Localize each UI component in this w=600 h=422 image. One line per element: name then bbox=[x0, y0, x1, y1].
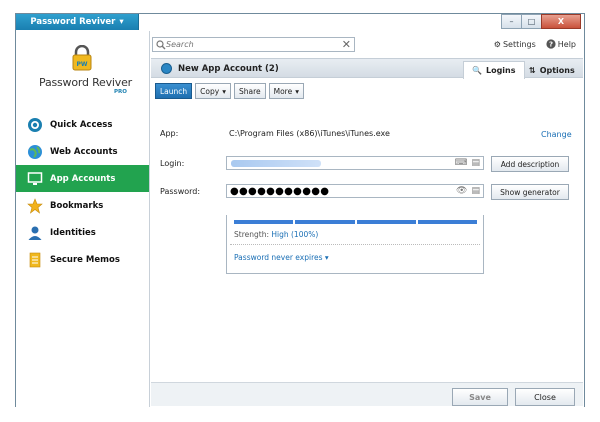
sidebar-item-secure-memos[interactable]: Secure Memos bbox=[16, 246, 149, 273]
login-value-redacted bbox=[231, 160, 321, 167]
search-box: ✕ bbox=[152, 37, 355, 52]
strength-text: Strength: High (100%) bbox=[234, 230, 318, 239]
sidebar-item-quick-access[interactable]: Quick Access bbox=[16, 111, 149, 138]
close-window-button[interactable]: X bbox=[541, 14, 581, 29]
password-strength-panel: Strength: High (100%) Password never exp… bbox=[226, 215, 484, 274]
globe-icon bbox=[26, 143, 44, 161]
clear-search-icon[interactable]: ✕ bbox=[342, 38, 351, 51]
sidebar-item-web-accounts[interactable]: Web Accounts bbox=[16, 138, 149, 165]
password-field-icons: 👁 ▤ bbox=[456, 186, 480, 196]
tab-logins-label: Logins bbox=[485, 66, 516, 75]
help-label: Help bbox=[557, 39, 576, 49]
chevron-down-icon: ▾ bbox=[324, 253, 329, 262]
copy-button[interactable]: Copy ▾ bbox=[195, 83, 231, 99]
logo-text: Password Reviver bbox=[39, 76, 132, 89]
sidebar-item-label: App Accounts bbox=[50, 173, 116, 184]
app-label: App: bbox=[160, 129, 179, 138]
strength-meter-segment bbox=[234, 220, 294, 224]
memo-icon bbox=[26, 251, 44, 269]
strength-meter-segment bbox=[417, 220, 477, 224]
show-generator-button[interactable]: Show generator bbox=[491, 184, 569, 200]
password-field[interactable]: ●●●●●●●●●●● 👁 ▤ bbox=[226, 184, 484, 198]
password-label: Password: bbox=[160, 187, 201, 196]
chevron-down-icon: ▾ bbox=[295, 86, 299, 96]
sidebar-nav: Quick Access Web Accounts App Accounts B… bbox=[16, 111, 149, 273]
sidebar-item-identities[interactable]: Identities bbox=[16, 219, 149, 246]
key-icon: 🔍 bbox=[472, 66, 482, 75]
logo-pro-badge: PRO bbox=[114, 89, 127, 95]
footer-bar: Save Close bbox=[151, 382, 583, 406]
tab-options[interactable]: ⇅ Options bbox=[521, 61, 583, 79]
help-link[interactable]: ? Help bbox=[546, 39, 576, 49]
search-icon bbox=[156, 39, 166, 49]
copy-icon[interactable]: ▤ bbox=[471, 158, 480, 168]
sidebar-item-app-accounts[interactable]: App Accounts bbox=[16, 165, 149, 192]
strength-value: High (100%) bbox=[271, 230, 319, 239]
divider bbox=[230, 244, 480, 245]
lock-logo-icon: PW bbox=[72, 45, 92, 71]
password-expiry-dropdown[interactable]: Password never expires ▾ bbox=[234, 253, 329, 262]
strength-meter-segment bbox=[356, 220, 416, 224]
sidebar-item-label: Bookmarks bbox=[50, 200, 104, 211]
login-label: Login: bbox=[160, 159, 185, 168]
copy-label: Copy bbox=[200, 86, 220, 96]
add-description-button[interactable]: Add description bbox=[491, 156, 569, 172]
page-title: New App Account (2) bbox=[178, 64, 279, 74]
settings-label: Settings bbox=[502, 39, 536, 49]
password-value: ●●●●●●●●●●● bbox=[230, 186, 330, 197]
strength-meter bbox=[234, 220, 477, 224]
sliders-icon: ⇅ bbox=[529, 65, 536, 75]
launch-button[interactable]: Launch bbox=[155, 83, 193, 99]
account-toolbar: Launch Copy ▾ Share More ▾ bbox=[155, 83, 304, 99]
account-header: New App Account (2) 🔍 Logins ⇅ Options bbox=[151, 58, 583, 79]
app-menu-label: Password Reviver bbox=[30, 17, 116, 27]
strength-label: Strength: bbox=[234, 230, 269, 239]
app-account-icon bbox=[161, 63, 172, 74]
expiry-label: Password never expires bbox=[234, 253, 323, 262]
chevron-down-icon: ▾ bbox=[222, 86, 226, 96]
sidebar-item-bookmarks[interactable]: Bookmarks bbox=[16, 192, 149, 219]
logo: PW Password Reviver PRO bbox=[16, 39, 149, 99]
person-icon bbox=[26, 224, 44, 242]
search-input[interactable] bbox=[166, 40, 336, 49]
svg-text:PW: PW bbox=[76, 61, 87, 68]
tab-logins[interactable]: 🔍 Logins bbox=[463, 61, 525, 79]
share-button[interactable]: Share bbox=[233, 83, 266, 99]
monitor-icon bbox=[26, 170, 44, 188]
chevron-down-icon: ▾ bbox=[119, 17, 124, 27]
save-button[interactable]: Save bbox=[452, 388, 508, 406]
copy-icon[interactable]: ▤ bbox=[471, 186, 480, 196]
maximize-button[interactable]: □ bbox=[521, 14, 542, 29]
tab-options-label: Options bbox=[539, 65, 575, 75]
sidebar: PW Password Reviver PRO Quick Access Web… bbox=[16, 31, 149, 407]
strength-meter-segment bbox=[295, 220, 355, 224]
keyboard-icon[interactable]: ⌨ bbox=[454, 158, 467, 168]
window-controls: – □ X bbox=[501, 14, 581, 29]
minimize-button[interactable]: – bbox=[501, 14, 522, 29]
close-button[interactable]: Close bbox=[515, 388, 575, 406]
login-field-icons: ⌨ ▤ bbox=[454, 158, 480, 168]
more-button[interactable]: More ▾ bbox=[268, 83, 304, 99]
sidebar-item-label: Secure Memos bbox=[50, 254, 120, 265]
star-icon bbox=[26, 197, 44, 215]
svg-text:?: ? bbox=[549, 41, 553, 49]
sidebar-item-label: Web Accounts bbox=[50, 146, 118, 157]
help-icon: ? bbox=[546, 39, 556, 49]
top-links: ⚙ Settings ? Help bbox=[494, 39, 576, 49]
login-field[interactable]: ⌨ ▤ bbox=[226, 156, 484, 170]
app-path-value: C:\Program Files (x86)\iTunes\iTunes.exe bbox=[229, 129, 390, 138]
settings-link[interactable]: ⚙ Settings bbox=[494, 40, 536, 49]
app-window: Password Reviver ▾ – □ X PW Password Rev… bbox=[15, 13, 585, 407]
title-bar: Password Reviver ▾ – □ X bbox=[16, 14, 584, 31]
sidebar-item-label: Identities bbox=[50, 227, 96, 238]
quick-access-icon bbox=[26, 116, 44, 134]
app-menu-button[interactable]: Password Reviver ▾ bbox=[16, 14, 139, 30]
sidebar-item-label: Quick Access bbox=[50, 119, 113, 130]
gear-icon: ⚙ bbox=[493, 39, 501, 49]
eye-icon[interactable]: 👁 bbox=[456, 186, 467, 196]
more-label: More bbox=[273, 86, 293, 96]
change-link[interactable]: Change bbox=[541, 130, 572, 139]
main-panel: ✕ ⚙ Settings ? Help New App Account (2) … bbox=[149, 31, 584, 407]
